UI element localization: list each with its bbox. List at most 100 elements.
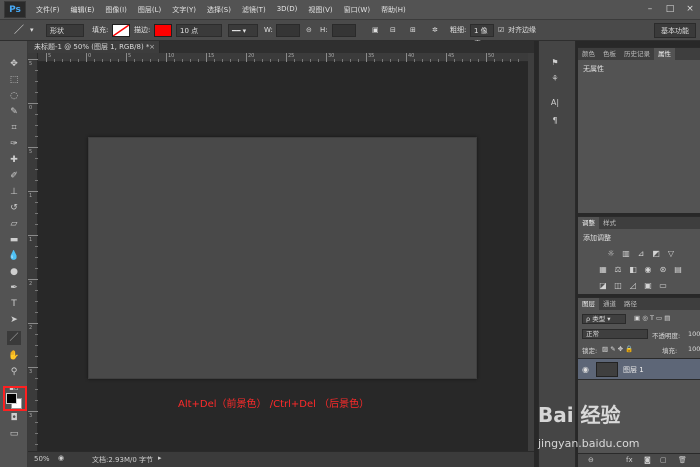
exposure-icon[interactable]: ◩ <box>651 249 661 258</box>
blend-mode-select[interactable]: 正常 <box>582 329 648 339</box>
brush-settings-icon[interactable]: ⚘ <box>548 73 562 85</box>
menu-3d[interactable]: 3D(D) <box>273 5 305 15</box>
history-brush-tool-icon[interactable]: ↺ <box>7 201 21 215</box>
shape-mode-select[interactable]: 形状 <box>46 24 84 37</box>
document-tab[interactable]: 未标题-1 @ 50% (图层 1, RGB/8) * × <box>28 41 160 53</box>
link-icon[interactable]: ⊝ <box>306 24 312 37</box>
minimize-icon[interactable]: – <box>644 3 656 15</box>
visibility-eye-icon[interactable]: ◉ <box>582 365 589 374</box>
tab-properties[interactable]: 属性 <box>654 48 675 60</box>
menu-filter[interactable]: 滤镜(T) <box>238 5 273 15</box>
tab-swatches[interactable]: 色板 <box>599 48 620 60</box>
clone-stamp-tool-icon[interactable]: ⊥ <box>7 185 21 199</box>
vertical-scrollbar[interactable] <box>528 53 534 451</box>
black-white-icon[interactable]: ◧ <box>628 265 638 274</box>
opacity-value[interactable]: 100 <box>688 330 700 338</box>
screen-mode-icon[interactable]: ▭ <box>7 427 21 441</box>
layer-row[interactable]: ◉ 图层 1 <box>578 358 700 380</box>
settings-gear-icon[interactable]: ✲ <box>432 24 438 37</box>
workspace-switcher[interactable]: 基本功能 <box>654 23 696 38</box>
ruler-tick <box>28 279 38 280</box>
menu-window[interactable]: 窗口(W) <box>340 5 377 15</box>
vibrance-icon[interactable]: ▽ <box>666 249 676 258</box>
selective-color-icon[interactable]: ▣ <box>643 281 653 290</box>
adjustments-panel: 调整 样式 添加调整 ☼ ▥ ⊿ ◩ ▽ ▦ ⚖ ◧ ◉ ⊛ ▤ ◪ ◫ ◿ ▣… <box>578 216 700 294</box>
menu-type[interactable]: 文字(Y) <box>168 5 203 15</box>
crop-tool-icon[interactable]: ⌗ <box>7 121 21 135</box>
width-input[interactable] <box>276 24 300 37</box>
brightness-icon[interactable]: ☼ <box>606 249 616 258</box>
paragraph-panel-icon[interactable]: ¶ <box>548 115 562 127</box>
curves-icon[interactable]: ⊿ <box>636 249 646 258</box>
document-canvas[interactable] <box>88 137 477 379</box>
eraser-tool-icon[interactable]: ▱ <box>7 217 21 231</box>
menu-select[interactable]: 选择(S) <box>203 5 238 15</box>
healing-brush-tool-icon[interactable]: ✚ <box>7 153 21 167</box>
brush-presets-icon[interactable]: ⚑ <box>548 57 562 69</box>
channel-mixer-icon[interactable]: ⊛ <box>658 265 668 274</box>
tool-preset-chevron-icon[interactable]: ▾ <box>30 24 34 37</box>
line-tool-icon[interactable]: ／ <box>7 331 21 345</box>
menu-layer[interactable]: 图层(L) <box>134 5 168 15</box>
fill-swatch[interactable] <box>112 24 130 37</box>
menu-file[interactable]: 文件(F) <box>32 5 67 15</box>
maximize-icon[interactable]: □ <box>664 3 676 15</box>
line-tool-icon[interactable]: ／ <box>14 24 24 37</box>
hue-saturation-icon[interactable]: ▦ <box>598 265 608 274</box>
pen-tool-icon[interactable]: ✒ <box>7 281 21 295</box>
lasso-tool-icon[interactable]: ◌ <box>7 89 21 103</box>
tab-paths[interactable]: 路径 <box>620 298 641 310</box>
tab-close-icon[interactable]: × <box>149 41 155 53</box>
align-edges-checkbox[interactable]: ☑ <box>498 24 504 37</box>
path-arrangement-icon[interactable]: ⊞ <box>410 24 416 37</box>
stroke-type-select[interactable]: ━━ ▾ <box>228 24 258 37</box>
hand-tool-icon[interactable]: ✋ <box>7 349 21 363</box>
fill-value[interactable]: 100 <box>688 345 700 353</box>
color-lookup-icon[interactable]: ▤ <box>673 265 683 274</box>
quick-select-tool-icon[interactable]: ✎ <box>7 105 21 119</box>
move-tool-icon[interactable]: ✥ <box>7 57 21 71</box>
character-panel-icon[interactable]: A| <box>548 97 562 109</box>
invert-icon[interactable]: ◪ <box>598 281 608 290</box>
brush-tool-icon[interactable]: ✐ <box>7 169 21 183</box>
color-balance-icon[interactable]: ⚖ <box>613 265 623 274</box>
path-alignment-icon[interactable]: ⊟ <box>390 24 396 37</box>
threshold-icon[interactable]: ◿ <box>628 281 638 290</box>
marquee-tool-icon[interactable]: ⬚ <box>7 73 21 87</box>
quick-mask-icon[interactable]: ◘ <box>7 411 21 425</box>
stroke-size-field[interactable]: 10 点 <box>176 24 222 37</box>
zoom-tool-icon[interactable]: ⚲ <box>7 365 21 379</box>
menu-edit[interactable]: 编辑(E) <box>67 5 102 15</box>
tab-history[interactable]: 历史记录 <box>620 48 654 60</box>
path-select-tool-icon[interactable]: ➤ <box>7 313 21 327</box>
tab-adjustments[interactable]: 调整 <box>578 217 599 229</box>
menu-help[interactable]: 帮助(H) <box>377 5 413 15</box>
photo-filter-icon[interactable]: ◉ <box>643 265 653 274</box>
tab-channels[interactable]: 通道 <box>599 298 620 310</box>
weight-field[interactable]: 1 像素 <box>470 24 494 48</box>
tab-color[interactable]: 颜色 <box>578 48 599 60</box>
status-menu-icon[interactable]: ◉ <box>58 454 64 462</box>
tab-layers[interactable]: 图层 <box>578 298 599 310</box>
layer-name[interactable]: 图层 1 <box>623 365 644 375</box>
layer-filter-select[interactable]: ρ 类型 ▾ <box>582 314 626 324</box>
posterize-icon[interactable]: ◫ <box>613 281 623 290</box>
path-operations-icon[interactable]: ▣ <box>372 24 379 37</box>
zoom-level[interactable]: 50% <box>34 455 50 463</box>
gradient-tool-icon[interactable]: ▬ <box>7 233 21 247</box>
eyedropper-tool-icon[interactable]: ✑ <box>7 137 21 151</box>
levels-icon[interactable]: ▥ <box>621 249 631 258</box>
stroke-swatch[interactable] <box>154 24 172 37</box>
menu-view[interactable]: 视图(V) <box>304 5 339 15</box>
tab-styles[interactable]: 样式 <box>599 217 620 229</box>
close-icon[interactable]: × <box>684 3 696 15</box>
status-arrow-icon[interactable]: ▸ <box>158 454 162 462</box>
type-tool-icon[interactable]: T <box>7 297 21 311</box>
gradient-map-icon[interactable]: ▭ <box>658 281 668 290</box>
dodge-tool-icon[interactable]: ● <box>7 265 21 279</box>
lock-icons[interactable]: ▨ ✎ ✥ 🔒 <box>602 345 633 353</box>
height-input[interactable] <box>332 24 356 37</box>
filter-pixel-icon[interactable]: ▣ ◎ T ▭ ▤ <box>634 314 670 322</box>
blur-tool-icon[interactable]: 💧 <box>7 249 21 263</box>
menu-image[interactable]: 图像(I) <box>101 5 134 15</box>
